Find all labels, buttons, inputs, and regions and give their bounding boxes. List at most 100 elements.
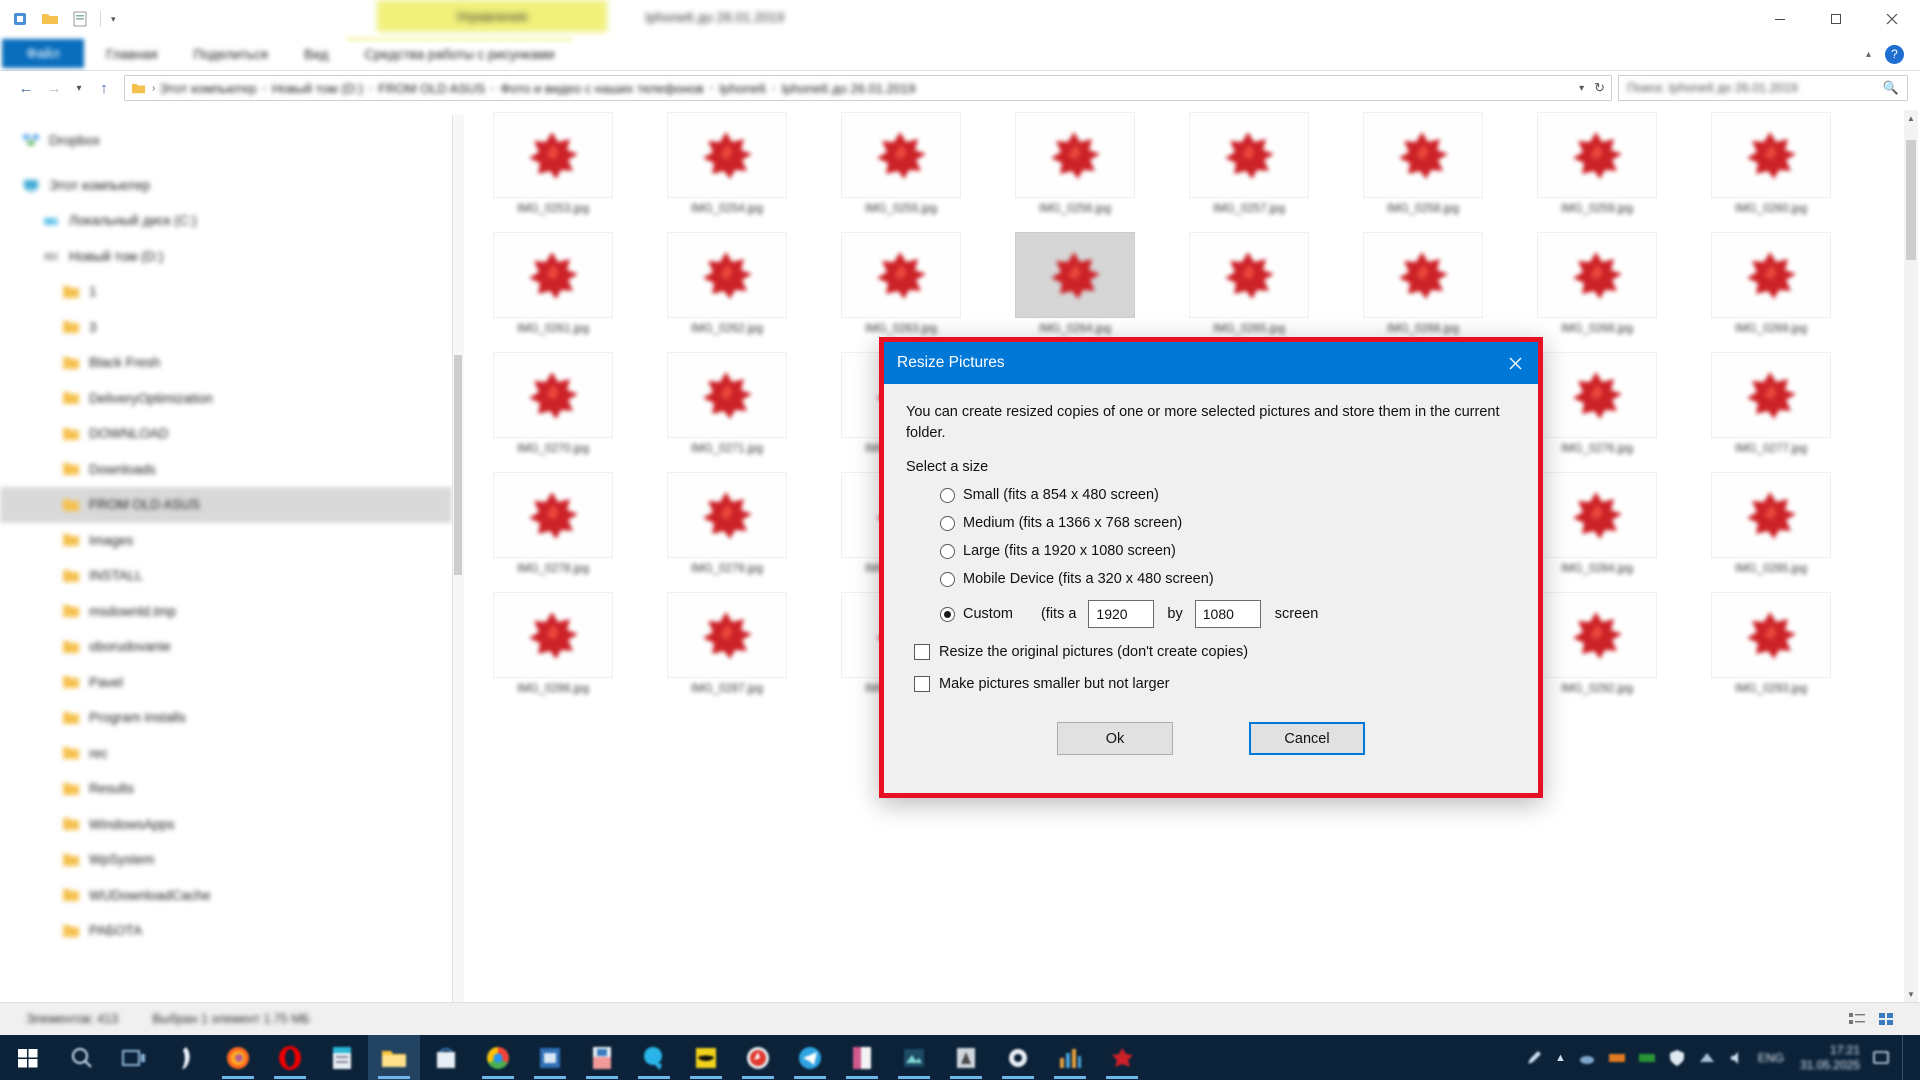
file-tile[interactable]: IMG_0277.jpg <box>1684 350 1858 470</box>
checkbox-smaller-not-larger[interactable]: Make pictures smaller but not larger <box>906 676 1516 693</box>
sidebar-item-wudownloadcache[interactable]: WUDownloadCache <box>0 878 452 914</box>
pin-icon[interactable] <box>10 9 30 29</box>
taskbar-item-notepad[interactable] <box>316 1035 368 1080</box>
navigation-scrollbar[interactable] <box>452 115 464 1002</box>
sidebar-item-deliveryoptimization[interactable]: DeliveryOptimization <box>0 381 452 417</box>
file-tile[interactable]: IMG_0268.jpg <box>1510 230 1684 350</box>
file-tile[interactable]: IMG_0258.jpg <box>1336 110 1510 230</box>
radio-option-small[interactable]: Small (fits a 854 x 480 screen) <box>906 487 1516 503</box>
file-tile[interactable]: IMG_0257.jpg <box>1162 110 1336 230</box>
tab-file[interactable]: Файл <box>2 39 84 68</box>
sidebar-item-dropbox[interactable]: Dropbox <box>0 123 452 159</box>
file-tile[interactable]: IMG_0256.jpg <box>988 110 1162 230</box>
orange-icon[interactable] <box>1608 1049 1626 1067</box>
tab-share[interactable]: Поделиться <box>175 38 286 70</box>
minimize-button[interactable] <box>1752 0 1808 38</box>
file-tile[interactable]: IMG_0253.jpg <box>466 110 640 230</box>
file-tile[interactable]: IMG_0266.jpg <box>1336 230 1510 350</box>
task-view-button[interactable] <box>108 1035 160 1080</box>
pane-divider[interactable] <box>452 115 453 1002</box>
sidebar-item-results[interactable]: Results <box>0 771 452 807</box>
breadcrumb-item-1[interactable]: Новый том (D:) <box>268 81 367 96</box>
pen-icon[interactable] <box>1525 1049 1543 1067</box>
radio-option-large[interactable]: Large (fits a 1920 x 1080 screen) <box>906 543 1516 559</box>
scrollbar-thumb[interactable] <box>454 355 462 575</box>
custom-width-input[interactable] <box>1088 600 1155 629</box>
custom-height-input[interactable] <box>1194 600 1261 629</box>
taskbar-item-chart[interactable] <box>1044 1035 1096 1080</box>
taskbar-item-firefox[interactable] <box>212 1035 264 1080</box>
navigation-pane[interactable]: Dropbox Этот компьютер Локальный диск (C… <box>0 115 452 1002</box>
sidebar-item-images[interactable]: Images <box>0 523 452 559</box>
network-icon[interactable] <box>1698 1049 1716 1067</box>
file-tile[interactable]: IMG_0264.jpg <box>988 230 1162 350</box>
file-tile[interactable]: IMG_0285.jpg <box>1684 470 1858 590</box>
checkbox-box[interactable] <box>914 676 930 693</box>
sidebar-item-windowsapps[interactable]: WindowsApps <box>0 807 452 843</box>
chevron-down-icon[interactable]: ▾ <box>1579 83 1584 94</box>
forward-button[interactable]: → <box>40 75 68 101</box>
sidebar-item-wpsystem[interactable]: WpSystem <box>0 842 452 878</box>
radio-button[interactable] <box>940 543 955 559</box>
file-tile[interactable]: IMG_0260.jpg <box>1684 110 1858 230</box>
taskbar-item-app-blue[interactable] <box>524 1035 576 1080</box>
breadcrumb-item-0[interactable]: Этот компьютер <box>155 81 260 96</box>
sidebar-item-program-installs[interactable]: Program installs <box>0 700 452 736</box>
taskbar-item-app-red[interactable] <box>576 1035 628 1080</box>
start-button[interactable] <box>0 1035 56 1080</box>
search-input[interactable]: Поиск: Iphone6 до 26.01.2019 🔍 <box>1618 75 1908 101</box>
properties-icon[interactable] <box>70 9 90 29</box>
file-tile[interactable]: IMG_0261.jpg <box>466 230 640 350</box>
file-tile[interactable]: IMG_0263.jpg <box>814 230 988 350</box>
file-tile[interactable]: IMG_0259.jpg <box>1510 110 1684 230</box>
chevron-down-icon[interactable]: ▾ <box>111 14 116 25</box>
tiles-view-icon[interactable] <box>1874 1008 1900 1030</box>
radio-option-medium[interactable]: Medium (fits a 1366 x 768 screen) <box>906 515 1516 531</box>
search-icon[interactable]: 🔍 <box>1883 80 1899 96</box>
cancel-button[interactable]: Cancel <box>1249 722 1365 756</box>
content-scrollbar[interactable]: ▲ ▼ <box>1904 110 1918 1002</box>
sidebar-item-oborudovanie[interactable]: oborudovanie <box>0 629 452 665</box>
taskbar-item-app-gray[interactable] <box>940 1035 992 1080</box>
checkbox-resize-originals[interactable]: Resize the original pictures (don't crea… <box>906 644 1516 661</box>
breadcrumb[interactable]: › Этот компьютер › Новый том (D:) › FROM… <box>124 75 1612 101</box>
scroll-down-arrow[interactable]: ▼ <box>1904 986 1918 1002</box>
sidebar-item-downloads[interactable]: Downloads <box>0 452 452 488</box>
breadcrumb-item-2[interactable]: FROM OLD ASUS <box>374 81 489 96</box>
taskbar-item-splat[interactable] <box>1096 1035 1148 1080</box>
ok-button[interactable]: Ok <box>1057 722 1173 756</box>
up-button[interactable]: ↑ <box>90 75 118 101</box>
scroll-up-arrow[interactable]: ▲ <box>1904 110 1918 126</box>
file-tile[interactable]: IMG_0262.jpg <box>640 230 814 350</box>
tab-home[interactable]: Главная <box>88 38 175 70</box>
radio-button[interactable] <box>940 606 955 622</box>
taskbar-item-word[interactable] <box>836 1035 888 1080</box>
shield-icon[interactable] <box>1668 1049 1686 1067</box>
recent-locations-button[interactable]: ▾ <box>68 75 90 101</box>
taskbar-item-file-explorer[interactable] <box>368 1035 420 1080</box>
taskbar-item-chrome[interactable] <box>472 1035 524 1080</box>
radio-option-mobile-device[interactable]: Mobile Device (fits a 320 x 480 screen) <box>906 571 1516 587</box>
chevron-up-icon[interactable]: ▴ <box>1866 49 1871 60</box>
taskbar-item-batman[interactable] <box>680 1035 732 1080</box>
radio-button[interactable] <box>940 487 955 503</box>
file-tile[interactable]: IMG_0278.jpg <box>466 470 640 590</box>
volume-icon[interactable] <box>1728 1049 1746 1067</box>
help-icon[interactable]: ? <box>1885 44 1904 64</box>
checkbox-box[interactable] <box>914 644 930 661</box>
sidebar-item-local-disk-c[interactable]: Локальный диск (C:) <box>0 203 452 239</box>
radio-button[interactable] <box>940 571 955 587</box>
taskbar-search-button[interactable] <box>56 1035 108 1080</box>
details-view-icon[interactable] <box>1844 1008 1870 1030</box>
taskbar-item-telegram[interactable] <box>784 1035 836 1080</box>
maximize-button[interactable] <box>1808 0 1864 38</box>
breadcrumb-item-4[interactable]: Iphone6 <box>715 81 770 96</box>
sidebar-item-rabota[interactable]: РАБОТА <box>0 913 452 949</box>
sidebar-item-1[interactable]: 1 <box>0 274 452 310</box>
file-tile[interactable]: IMG_0255.jpg <box>814 110 988 230</box>
tab-view[interactable]: Вид <box>286 38 346 70</box>
file-tile[interactable]: IMG_0254.jpg <box>640 110 814 230</box>
show-desktop-button[interactable] <box>1902 1035 1910 1080</box>
sidebar-item-rec[interactable]: rec <box>0 736 452 772</box>
scrollbar-thumb[interactable] <box>1906 140 1916 260</box>
